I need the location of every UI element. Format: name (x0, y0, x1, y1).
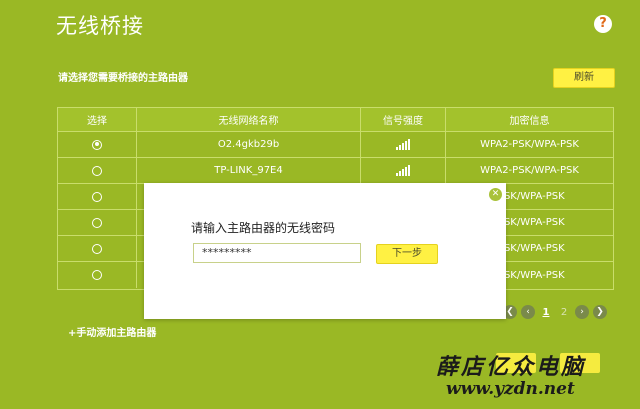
signal-icon (396, 165, 410, 176)
page-title: 无线桥接 (56, 14, 144, 38)
password-dialog: ✕ 请输入主路由器的无线密码 ********* 下一步 (144, 183, 506, 319)
watermark-url: www.yzdn.net (446, 379, 575, 399)
table-row[interactable]: O2.4gkb29b WPA2-PSK/WPA-PSK (58, 132, 613, 158)
radio-icon[interactable] (92, 217, 102, 228)
next-page-icon[interactable]: › (575, 305, 589, 319)
next-step-button[interactable]: 下一步 (376, 244, 438, 264)
table-header: 选择 无线网络名称 信号强度 加密信息 (58, 108, 613, 132)
watermark-name: 薛店亿众电脑 (436, 354, 587, 380)
header-select: 选择 (58, 108, 137, 131)
radio-selected-icon[interactable] (92, 139, 102, 150)
row-encryption: WPA2-PSK/WPA-PSK (480, 139, 579, 150)
row-ssid: TP-LINK_97E4 (137, 158, 361, 183)
password-prompt: 请输入主路由器的无线密码 (191, 221, 336, 235)
header-signal: 信号强度 (361, 108, 446, 131)
signal-icon (396, 139, 410, 150)
watermark: 薛店亿众电脑 www.yzdn.net (436, 349, 636, 405)
last-page-icon[interactable]: ❯ (593, 305, 607, 319)
manual-add-router-link[interactable]: +手动添加主路由器 (68, 324, 156, 339)
help-icon[interactable]: ? (594, 15, 612, 33)
row-encryption: WPA2-PSK/WPA-PSK (480, 165, 579, 176)
prev-page-icon[interactable]: ‹ (521, 305, 535, 319)
row-ssid: O2.4gkb29b (137, 132, 361, 157)
header-ssid: 无线网络名称 (137, 108, 361, 131)
page-current[interactable]: 1 (539, 307, 553, 318)
radio-icon[interactable] (92, 191, 102, 202)
radio-icon[interactable] (92, 270, 102, 280)
table-row[interactable]: TP-LINK_97E4 WPA2-PSK/WPA-PSK (58, 158, 613, 184)
close-icon[interactable]: ✕ (489, 188, 502, 201)
router-select-subtitle: 请选择您需要桥接的主路由器 (58, 73, 188, 84)
radio-icon[interactable] (92, 243, 102, 254)
refresh-button[interactable]: 刷新 (553, 68, 615, 88)
password-input[interactable]: ********* (193, 243, 361, 263)
header-encryption: 加密信息 (509, 116, 550, 127)
radio-icon[interactable] (92, 165, 102, 176)
page-next[interactable]: 2 (557, 307, 571, 318)
pagination: ❮ ‹ 1 2 › ❯ (503, 305, 607, 319)
